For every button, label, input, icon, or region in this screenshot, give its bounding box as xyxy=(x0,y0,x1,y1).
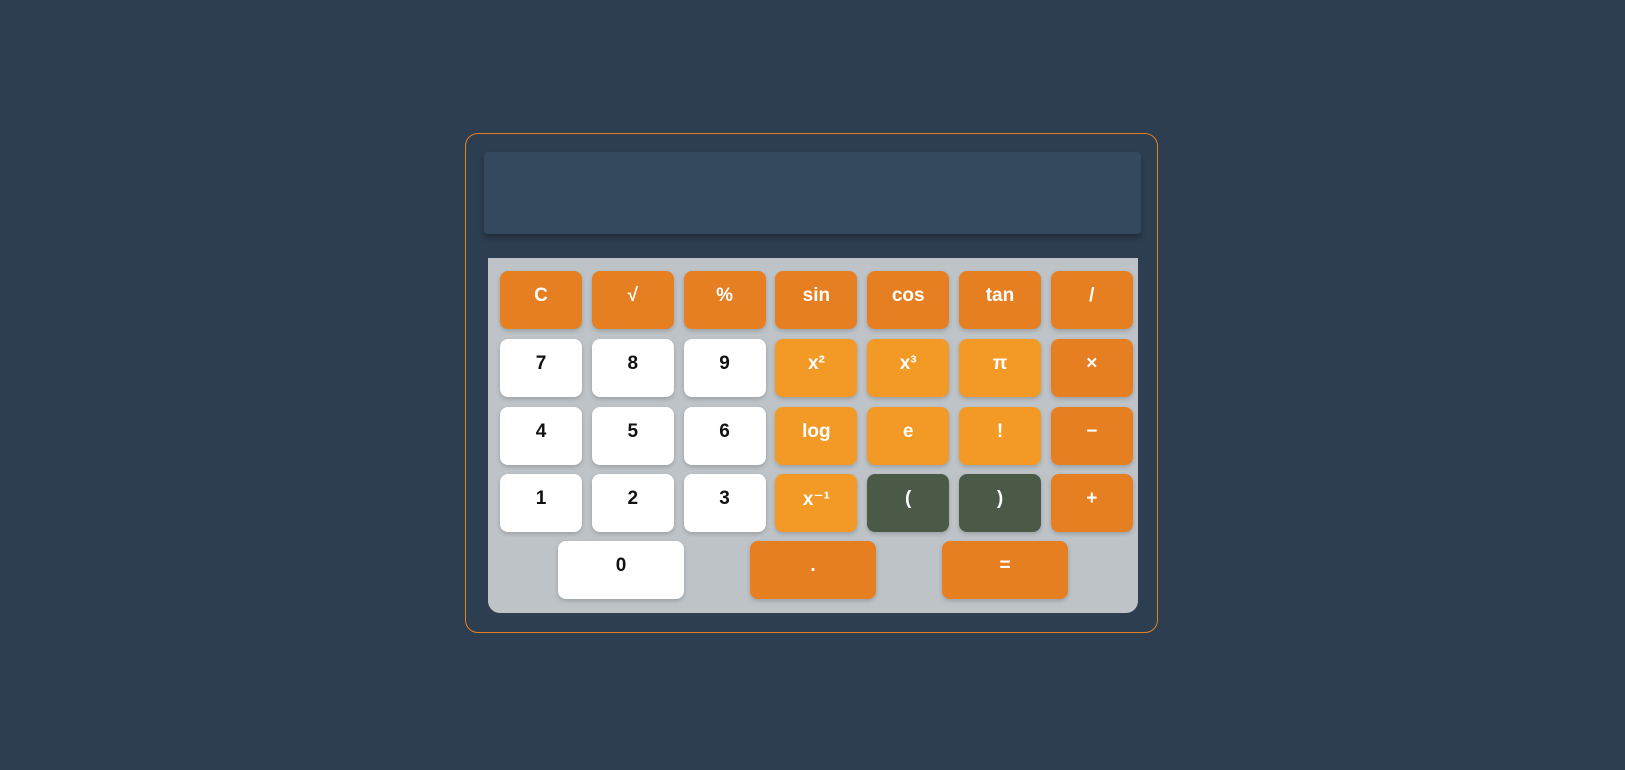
subtract-button[interactable]: − xyxy=(1050,407,1133,465)
cos-button[interactable]: cos xyxy=(867,271,950,329)
digit-5-button[interactable]: 5 xyxy=(591,407,674,465)
digit-6-button[interactable]: 6 xyxy=(683,407,766,465)
digit-8-button[interactable]: 8 xyxy=(591,339,674,397)
digit-9-button[interactable]: 9 xyxy=(683,339,766,397)
digit-2-button[interactable]: 2 xyxy=(591,474,674,532)
keypad-row-4: 1 2 3 x⁻¹ ( ) + xyxy=(500,474,1133,532)
digit-0-button[interactable]: 0 xyxy=(558,541,684,599)
divide-button[interactable]: / xyxy=(1050,271,1133,329)
keypad: C √ % sin cos tan / 7 8 9 x² x³ π × 4 5 … xyxy=(488,258,1138,613)
decimal-button[interactable]: . xyxy=(750,541,876,599)
equals-button[interactable]: = xyxy=(942,541,1068,599)
factorial-button[interactable]: ! xyxy=(958,407,1041,465)
sqrt-button[interactable]: √ xyxy=(591,271,674,329)
square-button[interactable]: x² xyxy=(775,339,858,397)
multiply-button[interactable]: × xyxy=(1050,339,1133,397)
add-button[interactable]: + xyxy=(1050,474,1133,532)
keypad-row-2: 7 8 9 x² x³ π × xyxy=(500,339,1133,397)
calculator: C √ % sin cos tan / 7 8 9 x² x³ π × 4 5 … xyxy=(465,133,1158,633)
digit-7-button[interactable]: 7 xyxy=(500,339,582,397)
percent-button[interactable]: % xyxy=(683,271,766,329)
clear-button[interactable]: C xyxy=(500,271,582,329)
digit-1-button[interactable]: 1 xyxy=(500,474,582,532)
digit-3-button[interactable]: 3 xyxy=(683,474,766,532)
calculator-display xyxy=(484,152,1141,234)
keypad-row-1: C √ % sin cos tan / xyxy=(500,271,1133,329)
euler-button[interactable]: e xyxy=(867,407,950,465)
log-button[interactable]: log xyxy=(775,407,858,465)
cube-button[interactable]: x³ xyxy=(867,339,950,397)
pi-button[interactable]: π xyxy=(958,339,1041,397)
digit-4-button[interactable]: 4 xyxy=(500,407,582,465)
keypad-row-3: 4 5 6 log e ! − xyxy=(500,407,1133,465)
close-paren-button[interactable]: ) xyxy=(958,474,1041,532)
open-paren-button[interactable]: ( xyxy=(867,474,950,532)
reciprocal-button[interactable]: x⁻¹ xyxy=(775,474,858,532)
sin-button[interactable]: sin xyxy=(775,271,858,329)
tan-button[interactable]: tan xyxy=(958,271,1041,329)
